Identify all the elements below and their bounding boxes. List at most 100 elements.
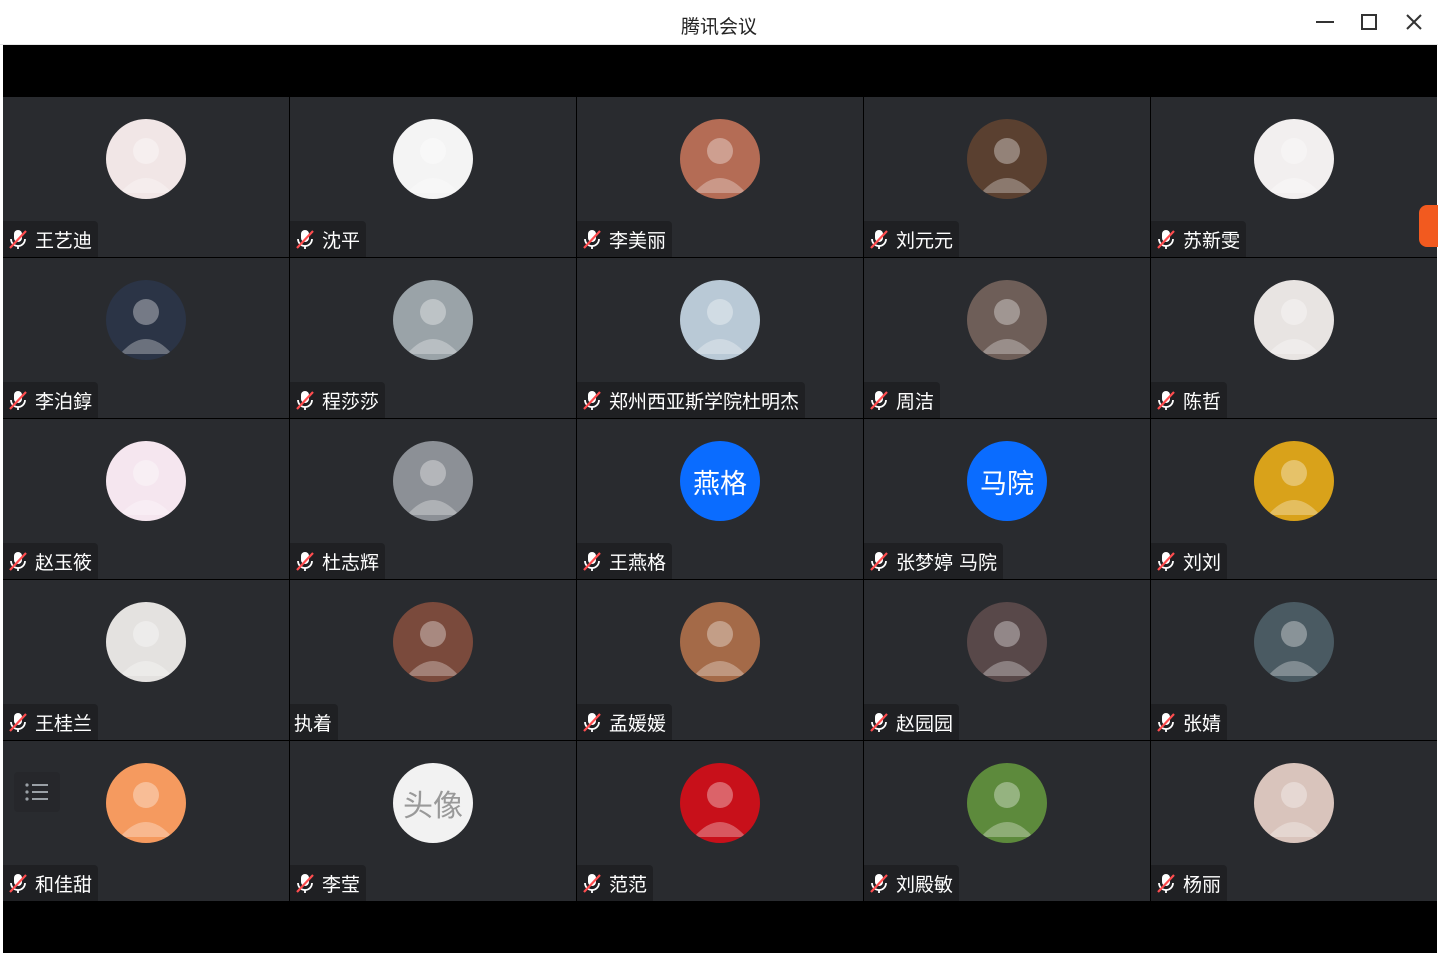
- participant-label: 陈哲: [1151, 382, 1228, 418]
- participant-label: 赵园园: [864, 704, 960, 740]
- participant-grid: 王艺迪 沈平 李美丽 刘元元 苏新雯李泊錞 程莎莎 郑州西亚斯学院杜明杰 周洁 陈哲赵玉筱 杜志辉…: [3, 97, 1437, 902]
- photo-icon: [120, 138, 172, 193]
- participant-name: 孟媛媛: [609, 712, 667, 735]
- photo-icon: [120, 299, 172, 354]
- mic-muted-icon: [581, 550, 603, 572]
- photo-icon: [407, 299, 459, 354]
- avatar: [1254, 119, 1334, 199]
- participant-tile[interactable]: 李泊錞: [3, 258, 289, 418]
- participant-name: 刘元元: [896, 229, 954, 252]
- participant-tile[interactable]: 刘刘: [1151, 419, 1437, 579]
- participant-name: 和佳甜: [35, 873, 93, 896]
- avatar: [106, 441, 186, 521]
- photo-icon: [120, 782, 172, 837]
- minimize-icon: [1316, 21, 1334, 23]
- participant-tile[interactable]: 马院 张梦婷 马院: [864, 419, 1150, 579]
- participant-name: 李莹: [322, 873, 361, 896]
- photo-icon: [1268, 138, 1320, 193]
- participant-name: 赵玉筱: [35, 551, 93, 574]
- participant-label: 苏新雯: [1151, 221, 1247, 257]
- photo-icon: [1268, 782, 1320, 837]
- avatar: [106, 602, 186, 682]
- participant-tile[interactable]: 赵玉筱: [3, 419, 289, 579]
- participant-label: 王艺迪: [3, 221, 99, 257]
- participant-tile[interactable]: 执着: [290, 580, 576, 740]
- participant-label: 杜志辉: [290, 543, 386, 579]
- participant-label: 郑州西亚斯学院杜明杰: [577, 382, 806, 418]
- participant-tile[interactable]: 刘殿敏: [864, 741, 1150, 901]
- participant-label: 孟媛媛: [577, 704, 673, 740]
- avatar: [393, 602, 473, 682]
- close-button[interactable]: [1397, 6, 1431, 38]
- participant-name: 李泊錞: [35, 390, 93, 413]
- photo-icon: [981, 782, 1033, 837]
- participant-label: 张梦婷 马院: [864, 543, 1004, 579]
- minimize-button[interactable]: [1308, 6, 1342, 38]
- participant-label: 李泊錞: [3, 382, 99, 418]
- avatar: [1254, 763, 1334, 843]
- participant-tile[interactable]: 杜志辉: [290, 419, 576, 579]
- participant-label: 张婧: [1151, 704, 1228, 740]
- participant-tile[interactable]: 郑州西亚斯学院杜明杰: [577, 258, 863, 418]
- photo-icon: [1268, 621, 1320, 676]
- participant-name: 郑州西亚斯学院杜明杰: [609, 390, 800, 413]
- mic-muted-icon: [1155, 711, 1177, 733]
- participant-tile[interactable]: 范范: [577, 741, 863, 901]
- avatar: [1254, 280, 1334, 360]
- participant-tile[interactable]: 张婧: [1151, 580, 1437, 740]
- participant-tile[interactable]: 陈哲: [1151, 258, 1437, 418]
- window-title: 腾讯会议: [680, 16, 757, 38]
- maximize-button[interactable]: [1352, 6, 1386, 38]
- participant-tile[interactable]: 王艺迪: [3, 97, 289, 257]
- participant-name: 范范: [609, 873, 648, 896]
- photo-icon: [694, 299, 746, 354]
- list-icon: [25, 783, 48, 801]
- participant-tile[interactable]: 刘元元: [864, 97, 1150, 257]
- participant-tile[interactable]: 程莎莎: [290, 258, 576, 418]
- mic-muted-icon: [868, 550, 890, 572]
- mic-muted-icon: [868, 389, 890, 411]
- participant-label: 刘元元: [864, 221, 960, 257]
- participant-label: 和佳甜: [3, 865, 99, 901]
- photo-icon: [694, 782, 746, 837]
- participant-tile[interactable]: 沈平: [290, 97, 576, 257]
- avatar: [967, 280, 1047, 360]
- mic-muted-icon: [7, 389, 29, 411]
- avatar: [680, 119, 760, 199]
- participant-name: 刘殿敏: [896, 873, 954, 896]
- side-flag[interactable]: [1419, 205, 1438, 247]
- participant-tile[interactable]: 杨丽: [1151, 741, 1437, 901]
- close-icon: [1406, 14, 1422, 30]
- participant-name: 李美丽: [609, 229, 667, 252]
- mic-muted-icon: [294, 550, 316, 572]
- photo-icon: [694, 138, 746, 193]
- participant-tile[interactable]: 赵园园: [864, 580, 1150, 740]
- avatar: [680, 280, 760, 360]
- mic-muted-icon: [1155, 872, 1177, 894]
- participant-tile[interactable]: 王桂兰: [3, 580, 289, 740]
- avatar: [1254, 602, 1334, 682]
- participant-tile[interactable]: 苏新雯: [1151, 97, 1437, 257]
- avatar: [680, 763, 760, 843]
- avatar: [680, 602, 760, 682]
- participant-label: 范范: [577, 865, 654, 901]
- avatar: [393, 280, 473, 360]
- participant-name: 张婧: [1183, 712, 1222, 735]
- participant-tile[interactable]: 和佳甜: [3, 741, 289, 901]
- member-list-button[interactable]: [14, 772, 60, 812]
- participant-name: 王艺迪: [35, 229, 93, 252]
- mic-muted-icon: [581, 389, 603, 411]
- participant-label: 程莎莎: [290, 382, 386, 418]
- participant-name: 张梦婷 马院: [896, 551, 998, 574]
- participant-name: 陈哲: [1183, 390, 1222, 413]
- avatar: 头像: [393, 763, 473, 843]
- photo-icon: [120, 621, 172, 676]
- participant-tile[interactable]: 周洁: [864, 258, 1150, 418]
- mic-muted-icon: [868, 228, 890, 250]
- participant-label: 王燕格: [577, 543, 673, 579]
- participant-tile[interactable]: 燕格 王燕格: [577, 419, 863, 579]
- avatar: [967, 602, 1047, 682]
- participant-tile[interactable]: 李美丽: [577, 97, 863, 257]
- participant-tile[interactable]: 头像李莹: [290, 741, 576, 901]
- participant-tile[interactable]: 孟媛媛: [577, 580, 863, 740]
